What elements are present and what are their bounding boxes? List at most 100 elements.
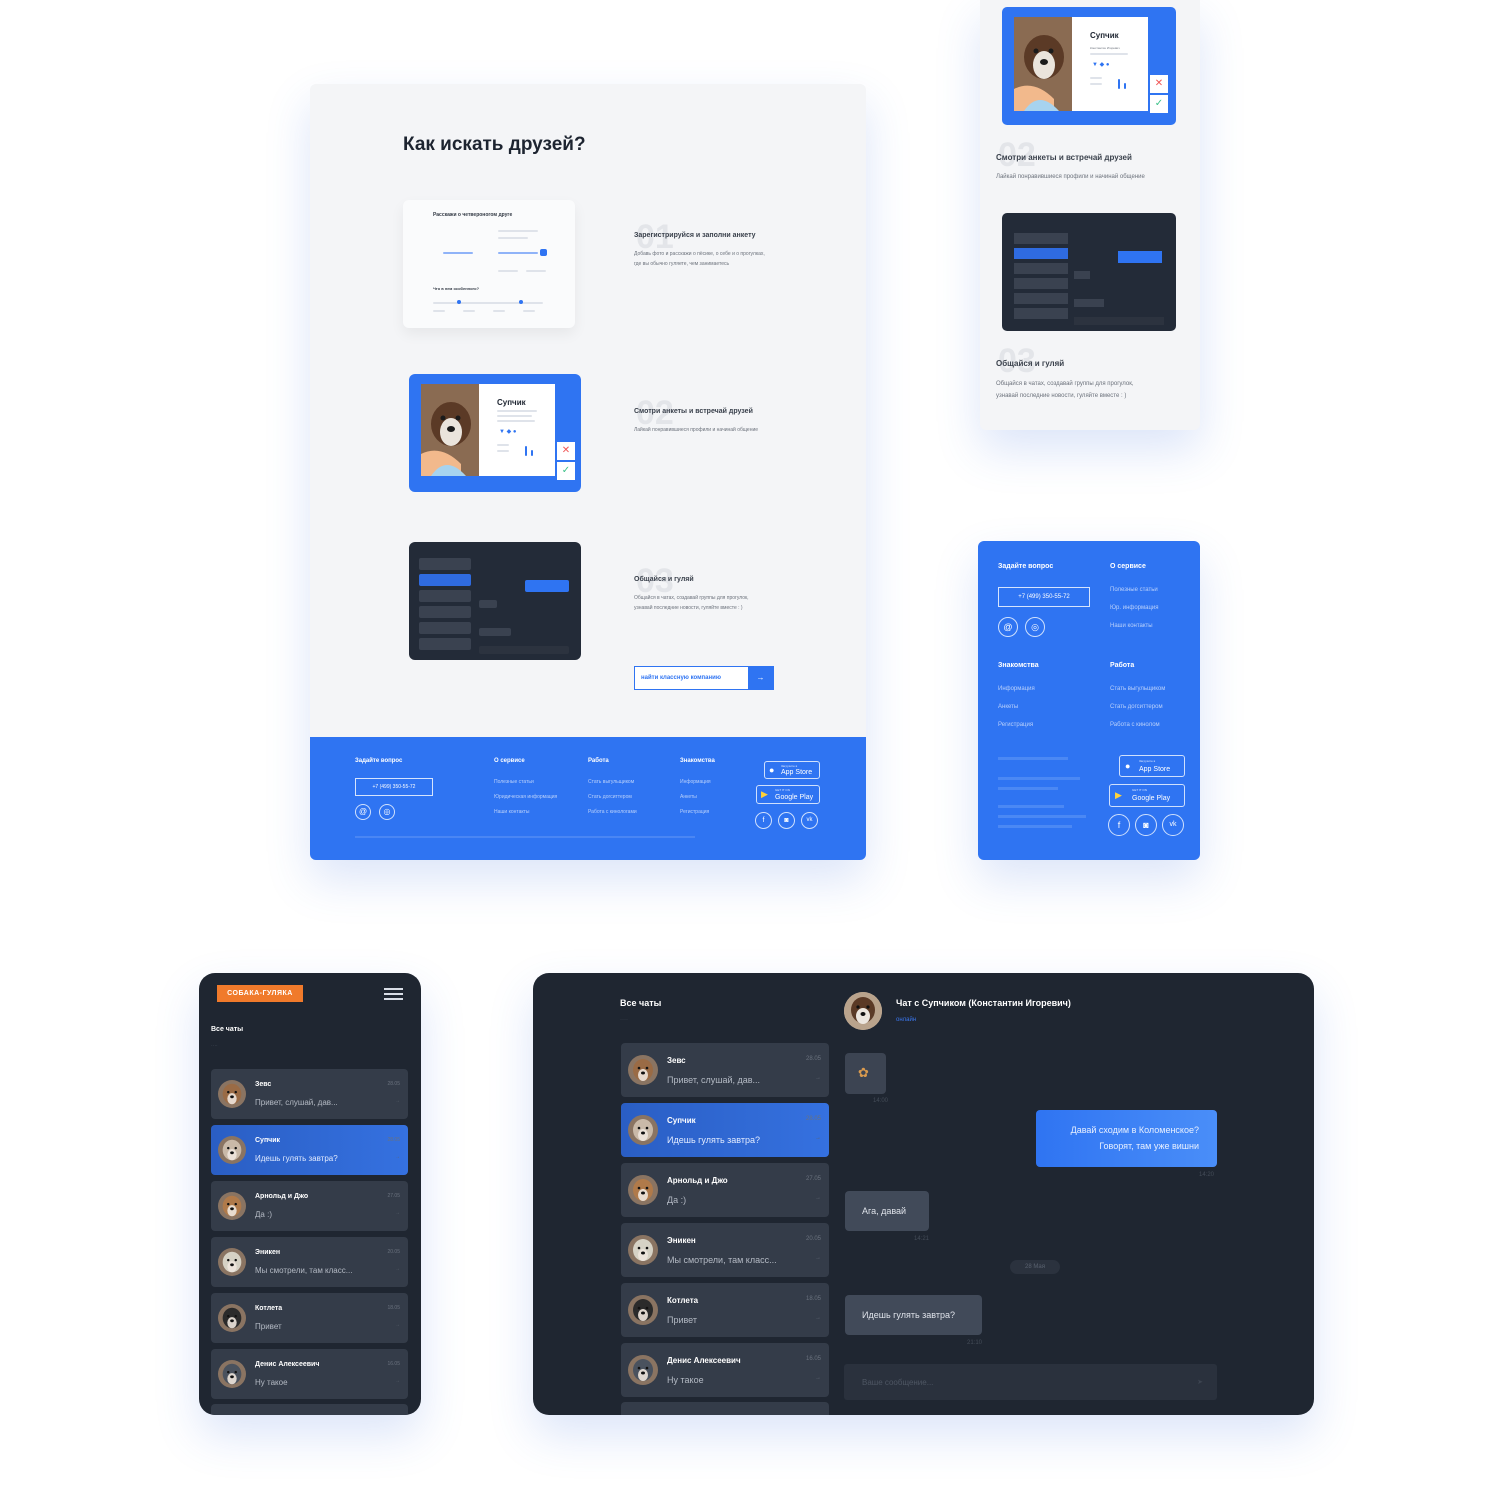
- footer-link[interactable]: Стать догситтером: [1110, 704, 1163, 710]
- find-company-button[interactable]: найти классную компанию →: [634, 666, 774, 690]
- chat-date: 20.05: [805, 1236, 821, 1242]
- dislike-button[interactable]: ✕: [557, 442, 575, 460]
- google-play-caption: GET IT ON: [1132, 788, 1147, 792]
- send-icon[interactable]: ➤: [1197, 1378, 1203, 1386]
- footer-link[interactable]: Стать выгульщиком: [1110, 686, 1165, 692]
- whatsapp-icon[interactable]: ◎: [379, 804, 395, 820]
- footer-link[interactable]: Информация: [680, 779, 711, 785]
- chat-list-item[interactable]: Арнольд и Джо Да :) 27.05 →: [621, 1163, 829, 1217]
- app-store-button[interactable]: ● Загрузите в App Store: [1119, 755, 1185, 777]
- incoming-message[interactable]: Идешь гулять завтра?: [845, 1295, 982, 1335]
- email-icon[interactable]: @: [998, 617, 1018, 637]
- instagram-icon[interactable]: ◙: [1135, 814, 1157, 836]
- chat-list-item[interactable]: Супчик Идешь гулять завтра? 28.05 →: [211, 1125, 408, 1175]
- footer-link[interactable]: Работа с кинолом: [1110, 722, 1160, 728]
- like-button[interactable]: ✓: [1150, 95, 1168, 113]
- instagram-icon[interactable]: ◙: [778, 812, 795, 829]
- step-2-desc: Лайкай понравившиеся профили и начинай о…: [634, 427, 759, 433]
- chat-list-item[interactable]: Зевс Привет, слушай, дав... 28.05 →: [211, 1069, 408, 1119]
- google-play-icon: ▶: [761, 789, 768, 799]
- message-time: 21:10: [967, 1340, 983, 1346]
- avatar: [628, 1175, 658, 1205]
- footer-link[interactable]: Полезные статьи: [494, 779, 534, 785]
- menu-icon[interactable]: [384, 988, 403, 1000]
- chat-list-item[interactable]: [621, 1402, 829, 1415]
- facebook-icon[interactable]: f: [755, 812, 772, 829]
- step-1-desc: Добавь фото и расскажи о пёсике, о себе …: [634, 251, 765, 267]
- whatsapp-icon[interactable]: ◎: [1025, 617, 1045, 637]
- vk-icon[interactable]: vk: [1162, 814, 1184, 836]
- online-status: онлайн: [896, 1017, 917, 1023]
- arrow-right-icon: →: [395, 1378, 400, 1384]
- email-icon[interactable]: @: [355, 804, 371, 820]
- footer: Задайте вопрос +7 (499) 350-55-72 @ ◎ О …: [310, 737, 866, 860]
- footer-link[interactable]: Стать выгульщиком: [588, 779, 634, 785]
- chat-list-item[interactable]: [211, 1404, 408, 1415]
- chat-name: Денис Алексеевич: [255, 1361, 320, 1368]
- step-3-desc: Общайся в чатах, создавай группы для про…: [634, 595, 749, 611]
- footer-link[interactable]: Регистрация: [680, 809, 709, 815]
- footer-link[interactable]: Наши контакты: [494, 809, 530, 815]
- footer-link[interactable]: Анкеты: [998, 704, 1018, 710]
- chats-title: Все чаты: [211, 1026, 244, 1033]
- chat-list-item[interactable]: Арнольд и Джо Да :) 27.05 →: [211, 1181, 408, 1231]
- chat-last-message: Привет, слушай, дав...: [667, 1075, 761, 1085]
- app-store-button[interactable]: ● Загрузите в App Store: [764, 761, 820, 779]
- chat-list-item[interactable]: Денис Алексеевич Ну такое 16.05 →: [621, 1343, 829, 1397]
- footer-link[interactable]: Работа с кинологами: [588, 809, 637, 815]
- google-play-label: Google Play: [1132, 795, 1171, 802]
- chat-date: 27.05: [387, 1193, 400, 1199]
- chat-name: Котлета: [255, 1305, 283, 1312]
- footer-link[interactable]: Юр. информация: [1110, 605, 1159, 611]
- footer-phone-button[interactable]: +7 (499) 350-55-72: [998, 587, 1090, 607]
- sticker-message[interactable]: ✿: [845, 1053, 886, 1094]
- outgoing-message[interactable]: Давай сходим в Коломенское? Говорят, там…: [1036, 1110, 1217, 1167]
- chat-list-item[interactable]: Денис Алексеевич Ну такое 16.05 →: [211, 1349, 408, 1399]
- avatar: [628, 1115, 658, 1145]
- step-3-preview: [409, 542, 581, 660]
- footer-link[interactable]: Наши контакты: [1110, 623, 1153, 629]
- message-time: 14:21: [914, 1236, 930, 1242]
- footer-work-title: Работа: [588, 758, 609, 764]
- dislike-button[interactable]: ✕: [1150, 75, 1168, 93]
- message-input[interactable]: Ваше сообщение... ➤: [844, 1364, 1217, 1400]
- footer-phone-button[interactable]: +7 (499) 350-55-72: [355, 778, 433, 796]
- arrow-right-icon: →: [815, 1135, 821, 1141]
- step-3-text: 03 Общайся и гуляй Общайся в чатах, созд…: [634, 562, 784, 613]
- chat-list-item[interactable]: Зевс Привет, слушай, дав... 28.05 →: [621, 1043, 829, 1097]
- incoming-message[interactable]: Ага, давай: [845, 1191, 929, 1231]
- footer-link[interactable]: Полезные статьи: [1110, 587, 1158, 593]
- brand-logo[interactable]: СОБАКА-ГУЛЯКА: [217, 985, 303, 1002]
- avatar: [218, 1192, 246, 1220]
- facebook-icon[interactable]: f: [1108, 814, 1130, 836]
- chat-list-item[interactable]: Котлета Привет 18.05 →: [211, 1293, 408, 1343]
- footer-link[interactable]: Стать догситтером: [588, 794, 632, 800]
- message-time: 14:20: [1199, 1172, 1215, 1178]
- chat-list-item[interactable]: Котлета Привет 18.05 →: [621, 1283, 829, 1337]
- step-1-text: 01 Зарегистрируйся и заполни анкету Доба…: [634, 218, 784, 269]
- chat-list-item[interactable]: Эникен Мы смотрели, там класс... 20.05 →: [211, 1237, 408, 1287]
- chat-list-item[interactable]: Супчик Идешь гулять завтра? 28.05 →: [621, 1103, 829, 1157]
- footer-link[interactable]: Анкеты: [680, 794, 697, 800]
- step-3-title: Общайся и гуляй: [634, 576, 694, 583]
- google-play-button[interactable]: ▶ GET IT ON Google Play: [1109, 784, 1185, 807]
- dog-sticker-icon: ✿: [858, 1065, 869, 1080]
- avatar[interactable]: [844, 992, 882, 1030]
- arrow-right-icon: →: [395, 1210, 400, 1216]
- chats-title: Все чаты: [620, 998, 662, 1008]
- chat-list-item[interactable]: Эникен Мы смотрели, там класс... 20.05 →: [621, 1223, 829, 1277]
- chat-date: 28.05: [387, 1081, 400, 1087]
- like-button[interactable]: ✓: [557, 462, 575, 480]
- chat-last-message: Да :): [667, 1195, 687, 1205]
- google-play-button[interactable]: ▶ GET IT ON Google Play: [756, 785, 820, 804]
- message-input-placeholder: Ваше сообщение...: [862, 1378, 934, 1387]
- footer-link[interactable]: Регистрация: [998, 722, 1033, 728]
- chat-title: Чат с Супчиком (Константин Игоревич): [896, 998, 1071, 1008]
- chat-last-message: Привет: [255, 1322, 282, 1331]
- copyright-line: [998, 805, 1064, 808]
- footer-link[interactable]: Юридическая информация: [494, 794, 557, 800]
- footer-link[interactable]: Информация: [998, 686, 1035, 692]
- chat-date: 16.05: [805, 1356, 821, 1362]
- paw-icons: ▼ ◆ ●: [1092, 62, 1110, 68]
- vk-icon[interactable]: vk: [801, 812, 818, 829]
